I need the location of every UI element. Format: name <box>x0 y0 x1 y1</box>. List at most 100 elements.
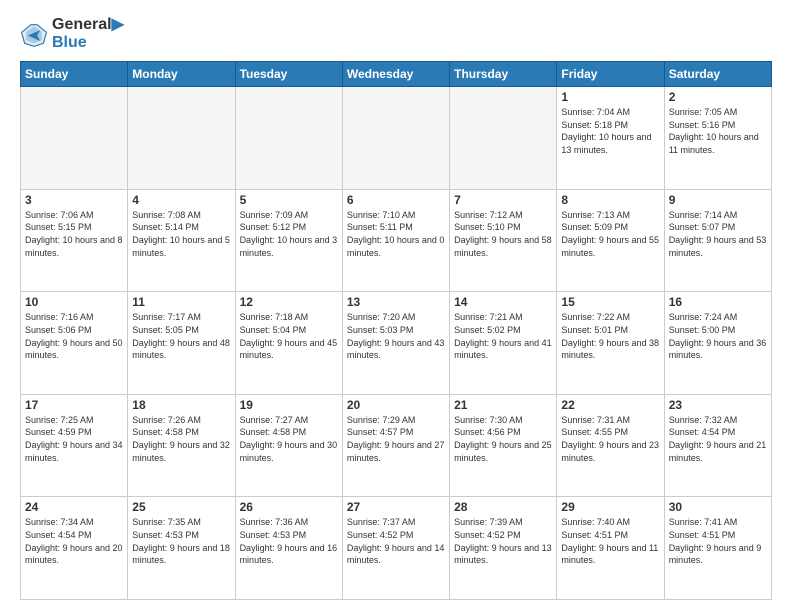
day-info: Sunrise: 7:26 AM Sunset: 4:58 PM Dayligh… <box>132 414 230 464</box>
week-row-4: 24 Sunrise: 7:34 AM Sunset: 4:54 PM Dayli… <box>21 497 772 600</box>
day-info: Sunrise: 7:14 AM Sunset: 5:07 PM Dayligh… <box>669 209 767 259</box>
day-cell <box>235 87 342 190</box>
weekday-header-tuesday: Tuesday <box>235 62 342 87</box>
day-number: 28 <box>454 500 552 514</box>
day-info: Sunrise: 7:34 AM Sunset: 4:54 PM Dayligh… <box>25 516 123 566</box>
day-info: Sunrise: 7:39 AM Sunset: 4:52 PM Dayligh… <box>454 516 552 566</box>
day-info: Sunrise: 7:05 AM Sunset: 5:16 PM Dayligh… <box>669 106 767 156</box>
day-cell: 2 Sunrise: 7:05 AM Sunset: 5:16 PM Daylig… <box>664 87 771 190</box>
weekday-header-row: SundayMondayTuesdayWednesdayThursdayFrid… <box>21 62 772 87</box>
week-row-3: 17Sunrise: 7:25 AM Sunset: 4:59 PM Dayli… <box>21 394 772 497</box>
day-cell: 19 Sunrise: 7:27 AM Sunset: 4:58 PM Dayli… <box>235 394 342 497</box>
day-cell: 21Sunrise: 7:30 AM Sunset: 4:56 PM Dayli… <box>450 394 557 497</box>
day-info: Sunrise: 7:21 AM Sunset: 5:02 PM Dayligh… <box>454 311 552 361</box>
day-info: Sunrise: 7:09 AM Sunset: 5:12 PM Dayligh… <box>240 209 338 259</box>
day-cell: 25 Sunrise: 7:35 AM Sunset: 4:53 PM Dayli… <box>128 497 235 600</box>
day-number: 4 <box>132 193 230 207</box>
day-number: 24 <box>25 500 123 514</box>
day-info: Sunrise: 7:36 AM Sunset: 4:53 PM Dayligh… <box>240 516 338 566</box>
day-cell: 1 Sunrise: 7:04 AM Sunset: 5:18 PM Daylig… <box>557 87 664 190</box>
day-number: 11 <box>132 295 230 309</box>
day-number: 30 <box>669 500 767 514</box>
day-cell <box>450 87 557 190</box>
day-info: Sunrise: 7:35 AM Sunset: 4:53 PM Dayligh… <box>132 516 230 566</box>
weekday-header-monday: Monday <box>128 62 235 87</box>
day-number: 26 <box>240 500 338 514</box>
day-number: 6 <box>347 193 445 207</box>
week-row-0: 1 Sunrise: 7:04 AM Sunset: 5:18 PM Daylig… <box>21 87 772 190</box>
logo: General▶ Blue <box>20 16 124 51</box>
day-info: Sunrise: 7:27 AM Sunset: 4:58 PM Dayligh… <box>240 414 338 464</box>
day-number: 5 <box>240 193 338 207</box>
day-number: 9 <box>669 193 767 207</box>
day-info: Sunrise: 7:29 AM Sunset: 4:57 PM Dayligh… <box>347 414 445 464</box>
day-cell: 6 Sunrise: 7:10 AM Sunset: 5:11 PM Daylig… <box>342 189 449 292</box>
day-info: Sunrise: 7:13 AM Sunset: 5:09 PM Dayligh… <box>561 209 659 259</box>
logo-text: General▶ Blue <box>52 16 124 51</box>
logo-icon <box>20 20 48 48</box>
day-number: 1 <box>561 90 659 104</box>
day-cell: 9 Sunrise: 7:14 AM Sunset: 5:07 PM Daylig… <box>664 189 771 292</box>
day-number: 25 <box>132 500 230 514</box>
weekday-header-wednesday: Wednesday <box>342 62 449 87</box>
day-number: 18 <box>132 398 230 412</box>
day-number: 27 <box>347 500 445 514</box>
day-cell: 15 Sunrise: 7:22 AM Sunset: 5:01 PM Dayli… <box>557 292 664 395</box>
day-cell: 16 Sunrise: 7:24 AM Sunset: 5:00 PM Dayli… <box>664 292 771 395</box>
day-cell: 18 Sunrise: 7:26 AM Sunset: 4:58 PM Dayli… <box>128 394 235 497</box>
week-row-2: 10Sunrise: 7:16 AM Sunset: 5:06 PM Dayli… <box>21 292 772 395</box>
day-number: 23 <box>669 398 767 412</box>
day-number: 3 <box>25 193 123 207</box>
day-info: Sunrise: 7:22 AM Sunset: 5:01 PM Dayligh… <box>561 311 659 361</box>
day-cell: 23Sunrise: 7:32 AM Sunset: 4:54 PM Dayli… <box>664 394 771 497</box>
day-number: 15 <box>561 295 659 309</box>
day-cell: 27 Sunrise: 7:37 AM Sunset: 4:52 PM Dayli… <box>342 497 449 600</box>
page: General▶ Blue SundayMondayTuesdayWednesd… <box>0 0 792 612</box>
day-info: Sunrise: 7:08 AM Sunset: 5:14 PM Dayligh… <box>132 209 230 259</box>
day-number: 22 <box>561 398 659 412</box>
day-cell: 26 Sunrise: 7:36 AM Sunset: 4:53 PM Dayli… <box>235 497 342 600</box>
day-cell: 22 Sunrise: 7:31 AM Sunset: 4:55 PM Dayli… <box>557 394 664 497</box>
day-number: 20 <box>347 398 445 412</box>
weekday-header-thursday: Thursday <box>450 62 557 87</box>
day-cell: 13 Sunrise: 7:20 AM Sunset: 5:03 PM Dayli… <box>342 292 449 395</box>
day-number: 8 <box>561 193 659 207</box>
day-info: Sunrise: 7:12 AM Sunset: 5:10 PM Dayligh… <box>454 209 552 259</box>
day-number: 2 <box>669 90 767 104</box>
day-info: Sunrise: 7:04 AM Sunset: 5:18 PM Dayligh… <box>561 106 659 156</box>
week-row-1: 3Sunrise: 7:06 AM Sunset: 5:15 PM Daylig… <box>21 189 772 292</box>
day-cell: 28 Sunrise: 7:39 AM Sunset: 4:52 PM Dayli… <box>450 497 557 600</box>
day-number: 7 <box>454 193 552 207</box>
day-cell: 29 Sunrise: 7:40 AM Sunset: 4:51 PM Dayli… <box>557 497 664 600</box>
day-cell: 5 Sunrise: 7:09 AM Sunset: 5:12 PM Daylig… <box>235 189 342 292</box>
day-cell: 20 Sunrise: 7:29 AM Sunset: 4:57 PM Dayli… <box>342 394 449 497</box>
day-info: Sunrise: 7:40 AM Sunset: 4:51 PM Dayligh… <box>561 516 659 566</box>
day-cell: 14 Sunrise: 7:21 AM Sunset: 5:02 PM Dayli… <box>450 292 557 395</box>
day-number: 13 <box>347 295 445 309</box>
day-cell: 10Sunrise: 7:16 AM Sunset: 5:06 PM Dayli… <box>21 292 128 395</box>
day-cell: 7 Sunrise: 7:12 AM Sunset: 5:10 PM Daylig… <box>450 189 557 292</box>
day-info: Sunrise: 7:10 AM Sunset: 5:11 PM Dayligh… <box>347 209 445 259</box>
weekday-header-saturday: Saturday <box>664 62 771 87</box>
day-number: 19 <box>240 398 338 412</box>
day-info: Sunrise: 7:24 AM Sunset: 5:00 PM Dayligh… <box>669 311 767 361</box>
day-number: 16 <box>669 295 767 309</box>
day-info: Sunrise: 7:37 AM Sunset: 4:52 PM Dayligh… <box>347 516 445 566</box>
header: General▶ Blue <box>20 16 772 51</box>
day-cell: 3Sunrise: 7:06 AM Sunset: 5:15 PM Daylig… <box>21 189 128 292</box>
day-info: Sunrise: 7:20 AM Sunset: 5:03 PM Dayligh… <box>347 311 445 361</box>
day-cell: 12Sunrise: 7:18 AM Sunset: 5:04 PM Dayli… <box>235 292 342 395</box>
calendar-table: SundayMondayTuesdayWednesdayThursdayFrid… <box>20 61 772 600</box>
weekday-header-friday: Friday <box>557 62 664 87</box>
day-number: 21 <box>454 398 552 412</box>
day-number: 14 <box>454 295 552 309</box>
day-cell: 30 Sunrise: 7:41 AM Sunset: 4:51 PM Dayli… <box>664 497 771 600</box>
day-number: 29 <box>561 500 659 514</box>
day-cell: 24 Sunrise: 7:34 AM Sunset: 4:54 PM Dayli… <box>21 497 128 600</box>
day-info: Sunrise: 7:31 AM Sunset: 4:55 PM Dayligh… <box>561 414 659 464</box>
day-cell: 11 Sunrise: 7:17 AM Sunset: 5:05 PM Dayli… <box>128 292 235 395</box>
day-cell <box>128 87 235 190</box>
day-info: Sunrise: 7:41 AM Sunset: 4:51 PM Dayligh… <box>669 516 767 566</box>
day-info: Sunrise: 7:17 AM Sunset: 5:05 PM Dayligh… <box>132 311 230 361</box>
day-cell: 4 Sunrise: 7:08 AM Sunset: 5:14 PM Daylig… <box>128 189 235 292</box>
